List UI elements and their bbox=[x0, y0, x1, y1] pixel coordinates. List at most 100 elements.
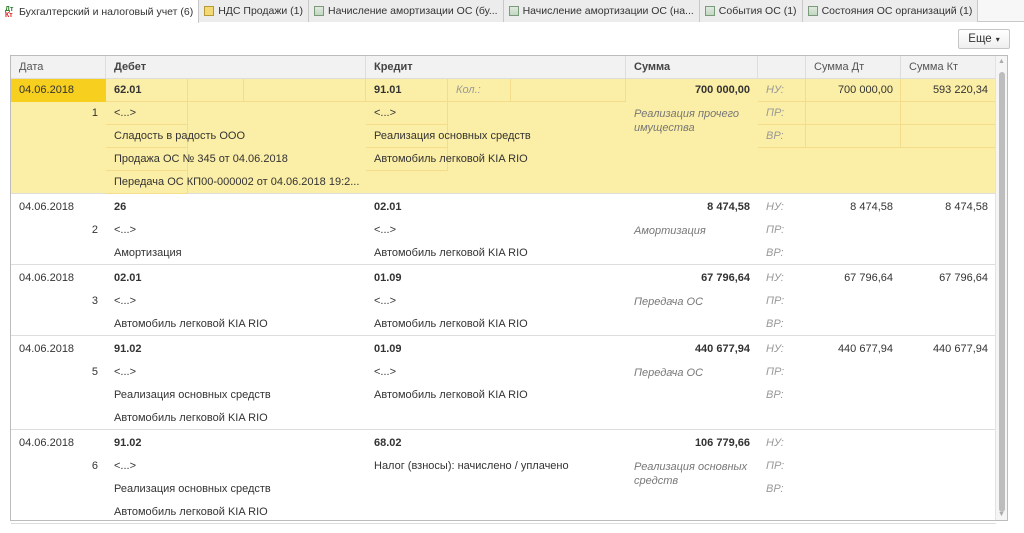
vertical-scrollbar[interactable]: ▲ ▼ bbox=[995, 56, 1007, 520]
sum-dt-cell bbox=[806, 432, 901, 455]
tab-label: Состояния ОС организаций (1) bbox=[821, 5, 973, 17]
sum-cell: 700 000,00 bbox=[694, 84, 750, 96]
credit-line: <...> bbox=[374, 295, 397, 307]
tab-label: Бухгалтерский и налоговый учет (6) bbox=[19, 5, 194, 18]
sum-dt-cell: 700 000,00 bbox=[837, 84, 893, 96]
sum-cell: 8 474,58 bbox=[707, 201, 750, 213]
grid-cell bbox=[806, 125, 901, 148]
credit-line: Автомобиль легковой KIA RIO bbox=[374, 247, 528, 259]
debit-line: 91.02 bbox=[114, 437, 142, 449]
sum-cell: 67 796,64 bbox=[701, 272, 750, 284]
table-body: 04.06.2018 1 62.01 <...> Сладость в радость … bbox=[11, 79, 996, 524]
col-date[interactable]: Дата bbox=[11, 56, 106, 79]
credit-line: Автомобиль легковой KIA RIO bbox=[374, 318, 528, 330]
col-sum[interactable]: Сумма bbox=[626, 56, 758, 79]
date-cell: 04.06.2018 bbox=[11, 79, 106, 102]
entry-number: 2 bbox=[91, 224, 98, 236]
debit-line: 26 bbox=[114, 201, 127, 213]
pr-label: ПР: bbox=[766, 366, 785, 378]
credit-line: 68.02 bbox=[374, 437, 402, 449]
debit-line: 02.01 bbox=[114, 272, 142, 284]
debit-line: Автомобиль легковой KIA RIO bbox=[114, 318, 268, 330]
tab-label: НДС Продажи (1) bbox=[218, 5, 304, 17]
debit-line: Реализация основных средств bbox=[114, 483, 271, 495]
scrollbar-thumb[interactable] bbox=[999, 72, 1005, 512]
tab-label: События ОС (1) bbox=[718, 5, 797, 17]
pr-label: ПР: bbox=[766, 107, 785, 119]
sum-kt-cell: 593 220,34 bbox=[932, 84, 988, 96]
debit-line: 62.01 bbox=[114, 84, 142, 96]
grid-cell bbox=[806, 102, 901, 125]
tab-3[interactable]: Начисление амортизации ОС (на... bbox=[503, 0, 700, 22]
col-debit[interactable]: Дебет bbox=[106, 56, 366, 79]
nu-label: НУ: bbox=[766, 437, 784, 449]
vr-label: ВР: bbox=[766, 247, 784, 259]
debit-line: Сладость в радость ООО bbox=[114, 130, 246, 142]
table-icon bbox=[807, 6, 818, 16]
entry-number: 3 bbox=[91, 295, 98, 307]
credit-line: Автомобиль легковой KIA RIO bbox=[374, 153, 528, 165]
pr-label: ПР: bbox=[766, 224, 785, 236]
table-row[interactable]: 04.06.2018 5 91.02 <...> Реализация основных… bbox=[11, 336, 996, 430]
debit-line: Автомобиль легковой KIA RIO bbox=[114, 412, 268, 424]
debit-line: <...> bbox=[114, 224, 137, 236]
credit-line: 02.01 bbox=[374, 201, 402, 213]
col-credit[interactable]: Кредит bbox=[366, 56, 626, 79]
sum-description: Реализация прочего имущества bbox=[634, 108, 739, 134]
sum-cell: 106 779,66 bbox=[694, 437, 750, 449]
nu-label: НУ: bbox=[766, 343, 784, 355]
tab-label: Начисление амортизации ОС (бу... bbox=[328, 5, 498, 17]
postings-table: Дата Дебет Кредит Сумма Сумма Дт Сумма К… bbox=[10, 55, 1008, 524]
credit-line: <...> bbox=[374, 366, 397, 378]
table-header: Дата Дебет Кредит Сумма Сумма Дт Сумма К… bbox=[11, 56, 996, 79]
table-row[interactable]: 04.06.2018 6 91.02 <...> Реализация основных… bbox=[11, 430, 996, 524]
debit-line: Продажа ОС № 345 от 04.06.2018 bbox=[114, 153, 288, 165]
date-cell: 04.06.2018 bbox=[19, 437, 75, 449]
tab-1[interactable]: НДС Продажи (1) bbox=[199, 0, 310, 22]
table-icon bbox=[314, 6, 325, 16]
table-row[interactable]: 04.06.2018 2 26 <...> Амортизация 02.01 <...> А… bbox=[11, 194, 996, 265]
credit-line: <...> bbox=[374, 224, 397, 236]
tab-0[interactable]: Дт Кт Бухгалтерский и налоговый учет (6) bbox=[0, 0, 200, 23]
date-cell: 04.06.2018 bbox=[19, 201, 75, 213]
sum-description: Реализация основных средств bbox=[634, 461, 748, 487]
tab-2[interactable]: Начисление амортизации ОС (бу... bbox=[309, 0, 504, 22]
table-row[interactable]: 04.06.2018 3 02.01 <...> Автомобиль легковой… bbox=[11, 265, 996, 336]
table-icon bbox=[508, 6, 519, 16]
tab-label: Начисление амортизации ОС (на... bbox=[522, 5, 694, 17]
col-sum-dt[interactable]: Сумма Дт bbox=[806, 56, 901, 79]
entry-number: 1 bbox=[91, 107, 98, 119]
tab-4[interactable]: События ОС (1) bbox=[699, 0, 803, 22]
debit-line: <...> bbox=[114, 366, 137, 378]
document-icon bbox=[204, 6, 215, 16]
scroll-up-icon[interactable]: ▲ bbox=[998, 58, 1005, 65]
vr-label: ВР: bbox=[766, 389, 784, 401]
date-cell: 04.06.2018 bbox=[19, 343, 75, 355]
tab-5[interactable]: Состояния ОС организаций (1) bbox=[802, 0, 979, 22]
entry-number: 5 bbox=[91, 366, 98, 378]
more-button[interactable]: Еще ▾ bbox=[958, 29, 1010, 49]
debit-line: Реализация основных средств bbox=[114, 389, 271, 401]
table-row[interactable]: 04.06.2018 1 62.01 <...> Сладость в радость … bbox=[11, 79, 996, 194]
sum-kt-cell bbox=[901, 432, 996, 455]
pr-label: ПР: bbox=[766, 460, 785, 472]
scroll-down-icon[interactable]: ▼ bbox=[998, 511, 1005, 518]
nu-label: НУ: bbox=[766, 272, 784, 284]
dt-kt-icon: Дт Кт bbox=[5, 5, 14, 19]
col-sum-kt[interactable]: Сумма Кт bbox=[901, 56, 996, 79]
credit-line: Автомобиль легковой KIA RIO bbox=[374, 389, 528, 401]
sum-description: Передача ОС bbox=[634, 367, 704, 379]
sum-kt-cell: 8 474,58 bbox=[945, 201, 988, 213]
nu-label: НУ: bbox=[766, 84, 784, 96]
sum-description: Передача ОС bbox=[634, 296, 704, 308]
credit-line: Реализация основных средств bbox=[374, 130, 531, 142]
pr-label: ПР: bbox=[766, 295, 785, 307]
sum-cell: 440 677,94 bbox=[694, 343, 750, 355]
col-label bbox=[758, 56, 806, 79]
grid-cell bbox=[901, 102, 996, 125]
sum-kt-cell: 440 677,94 bbox=[932, 343, 988, 355]
credit-line: 01.09 bbox=[374, 272, 402, 284]
vr-label: ВР: bbox=[766, 130, 784, 142]
sum-kt-cell: 67 796,64 bbox=[939, 272, 988, 284]
sum-description: Амортизация bbox=[634, 225, 706, 237]
